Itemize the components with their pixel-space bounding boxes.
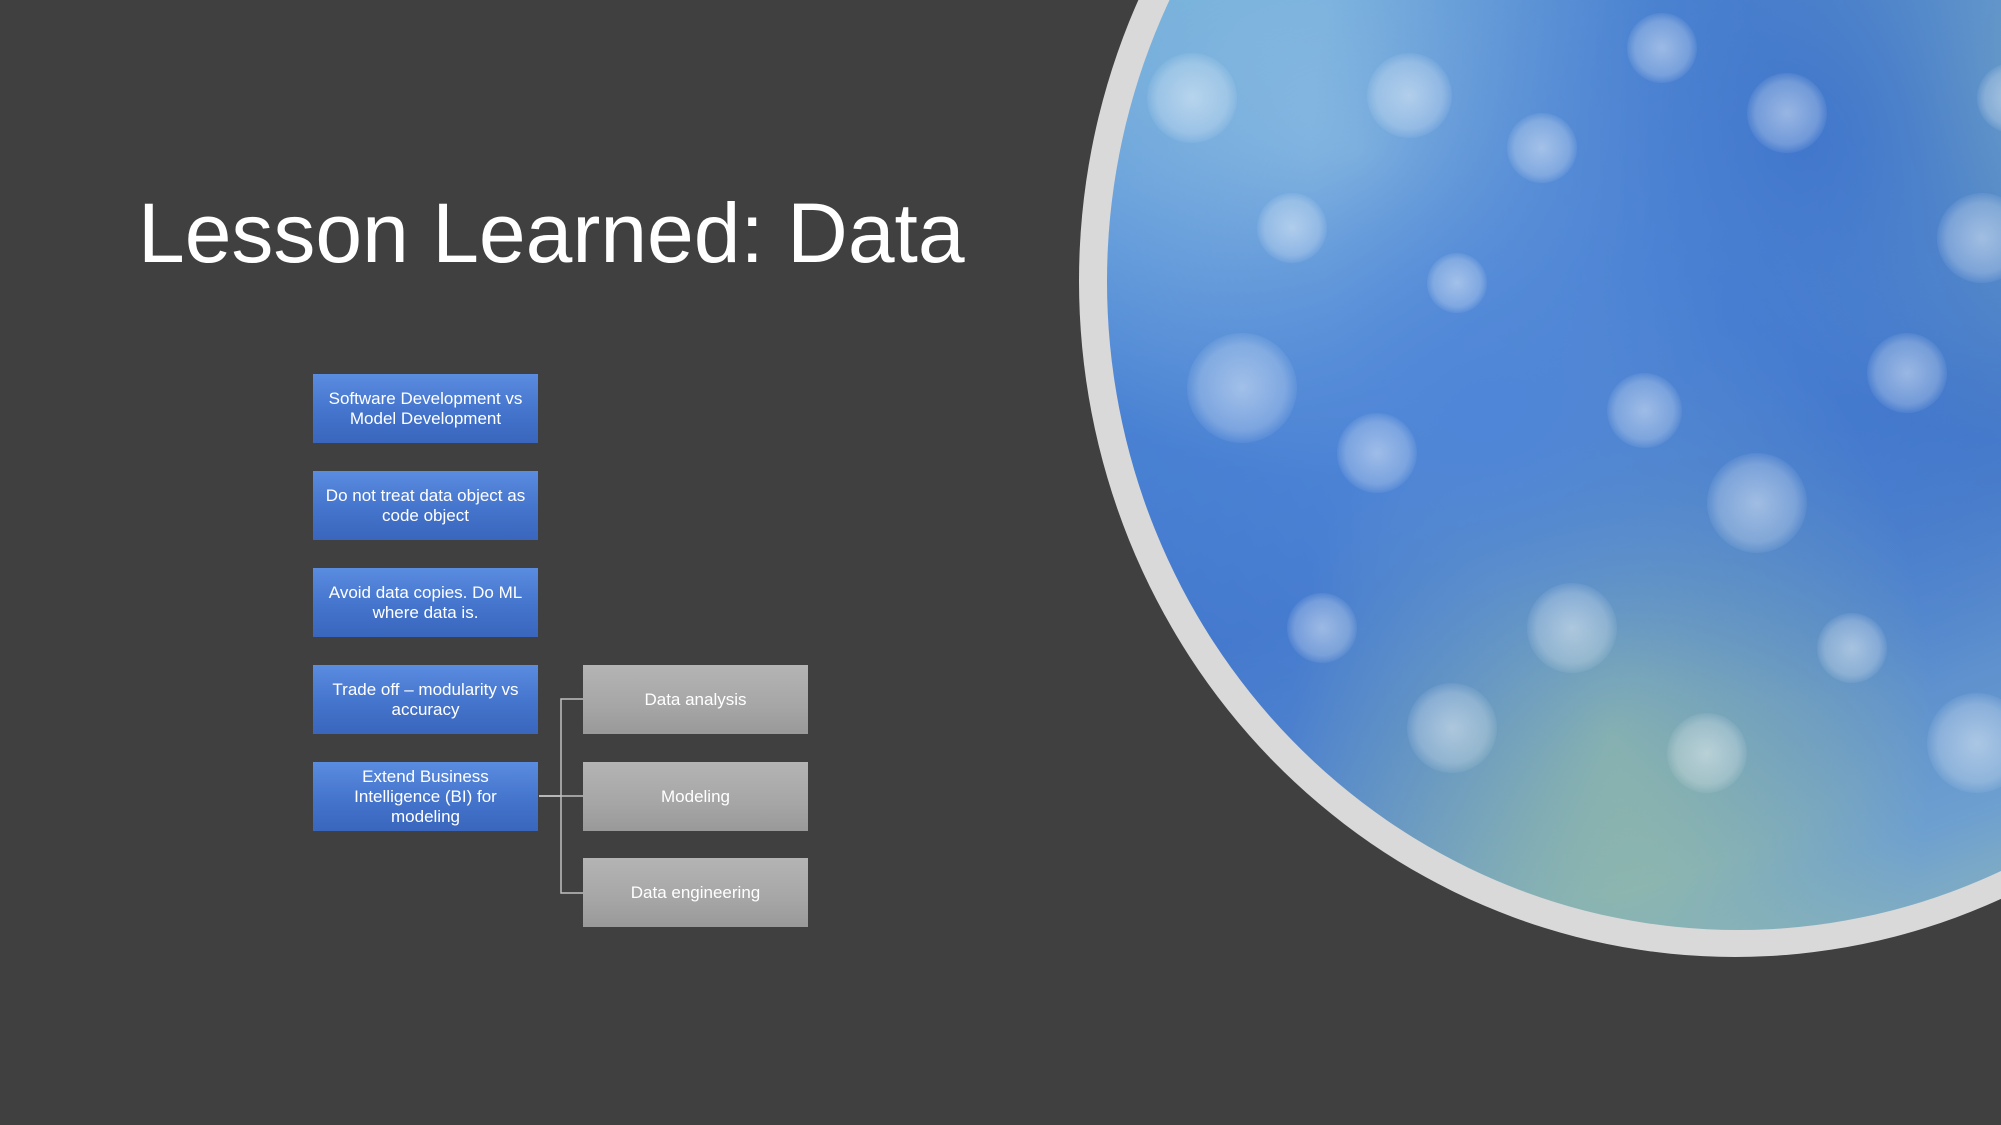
left-box-2-label: Do not treat data object as code object [325, 485, 526, 525]
left-box-1: Software Development vs Model Developmen… [313, 374, 538, 443]
connector-data-engineering [539, 795, 583, 894]
left-box-4: Trade off – modularity vs accuracy [313, 665, 538, 734]
slide: Lesson Learned: Data Software Developmen… [0, 0, 2001, 1125]
right-box-1-label: Data analysis [644, 689, 747, 709]
right-box-data-engineering: Data engineering [583, 858, 808, 927]
slide-title: Lesson Learned: Data [138, 186, 965, 280]
bokeh-photo-icon [1107, 0, 2001, 930]
right-box-modeling: Modeling [583, 762, 808, 831]
left-box-1-label: Software Development vs Model Developmen… [328, 388, 523, 428]
right-box-data-analysis: Data analysis [583, 665, 808, 734]
left-box-3-label: Avoid data copies. Do ML where data is. [328, 582, 523, 622]
right-box-3-label: Data engineering [630, 882, 761, 902]
left-box-5: Extend Business Intelligence (BI) for mo… [313, 762, 538, 831]
left-box-4-label: Trade off – modularity vs accuracy [332, 679, 519, 719]
connector-data-analysis [539, 698, 583, 797]
right-box-2-label: Modeling [661, 786, 730, 806]
left-box-3: Avoid data copies. Do ML where data is. [313, 568, 538, 637]
left-box-2: Do not treat data object as code object [313, 471, 538, 540]
left-box-5-label: Extend Business Intelligence (BI) for mo… [354, 766, 497, 826]
